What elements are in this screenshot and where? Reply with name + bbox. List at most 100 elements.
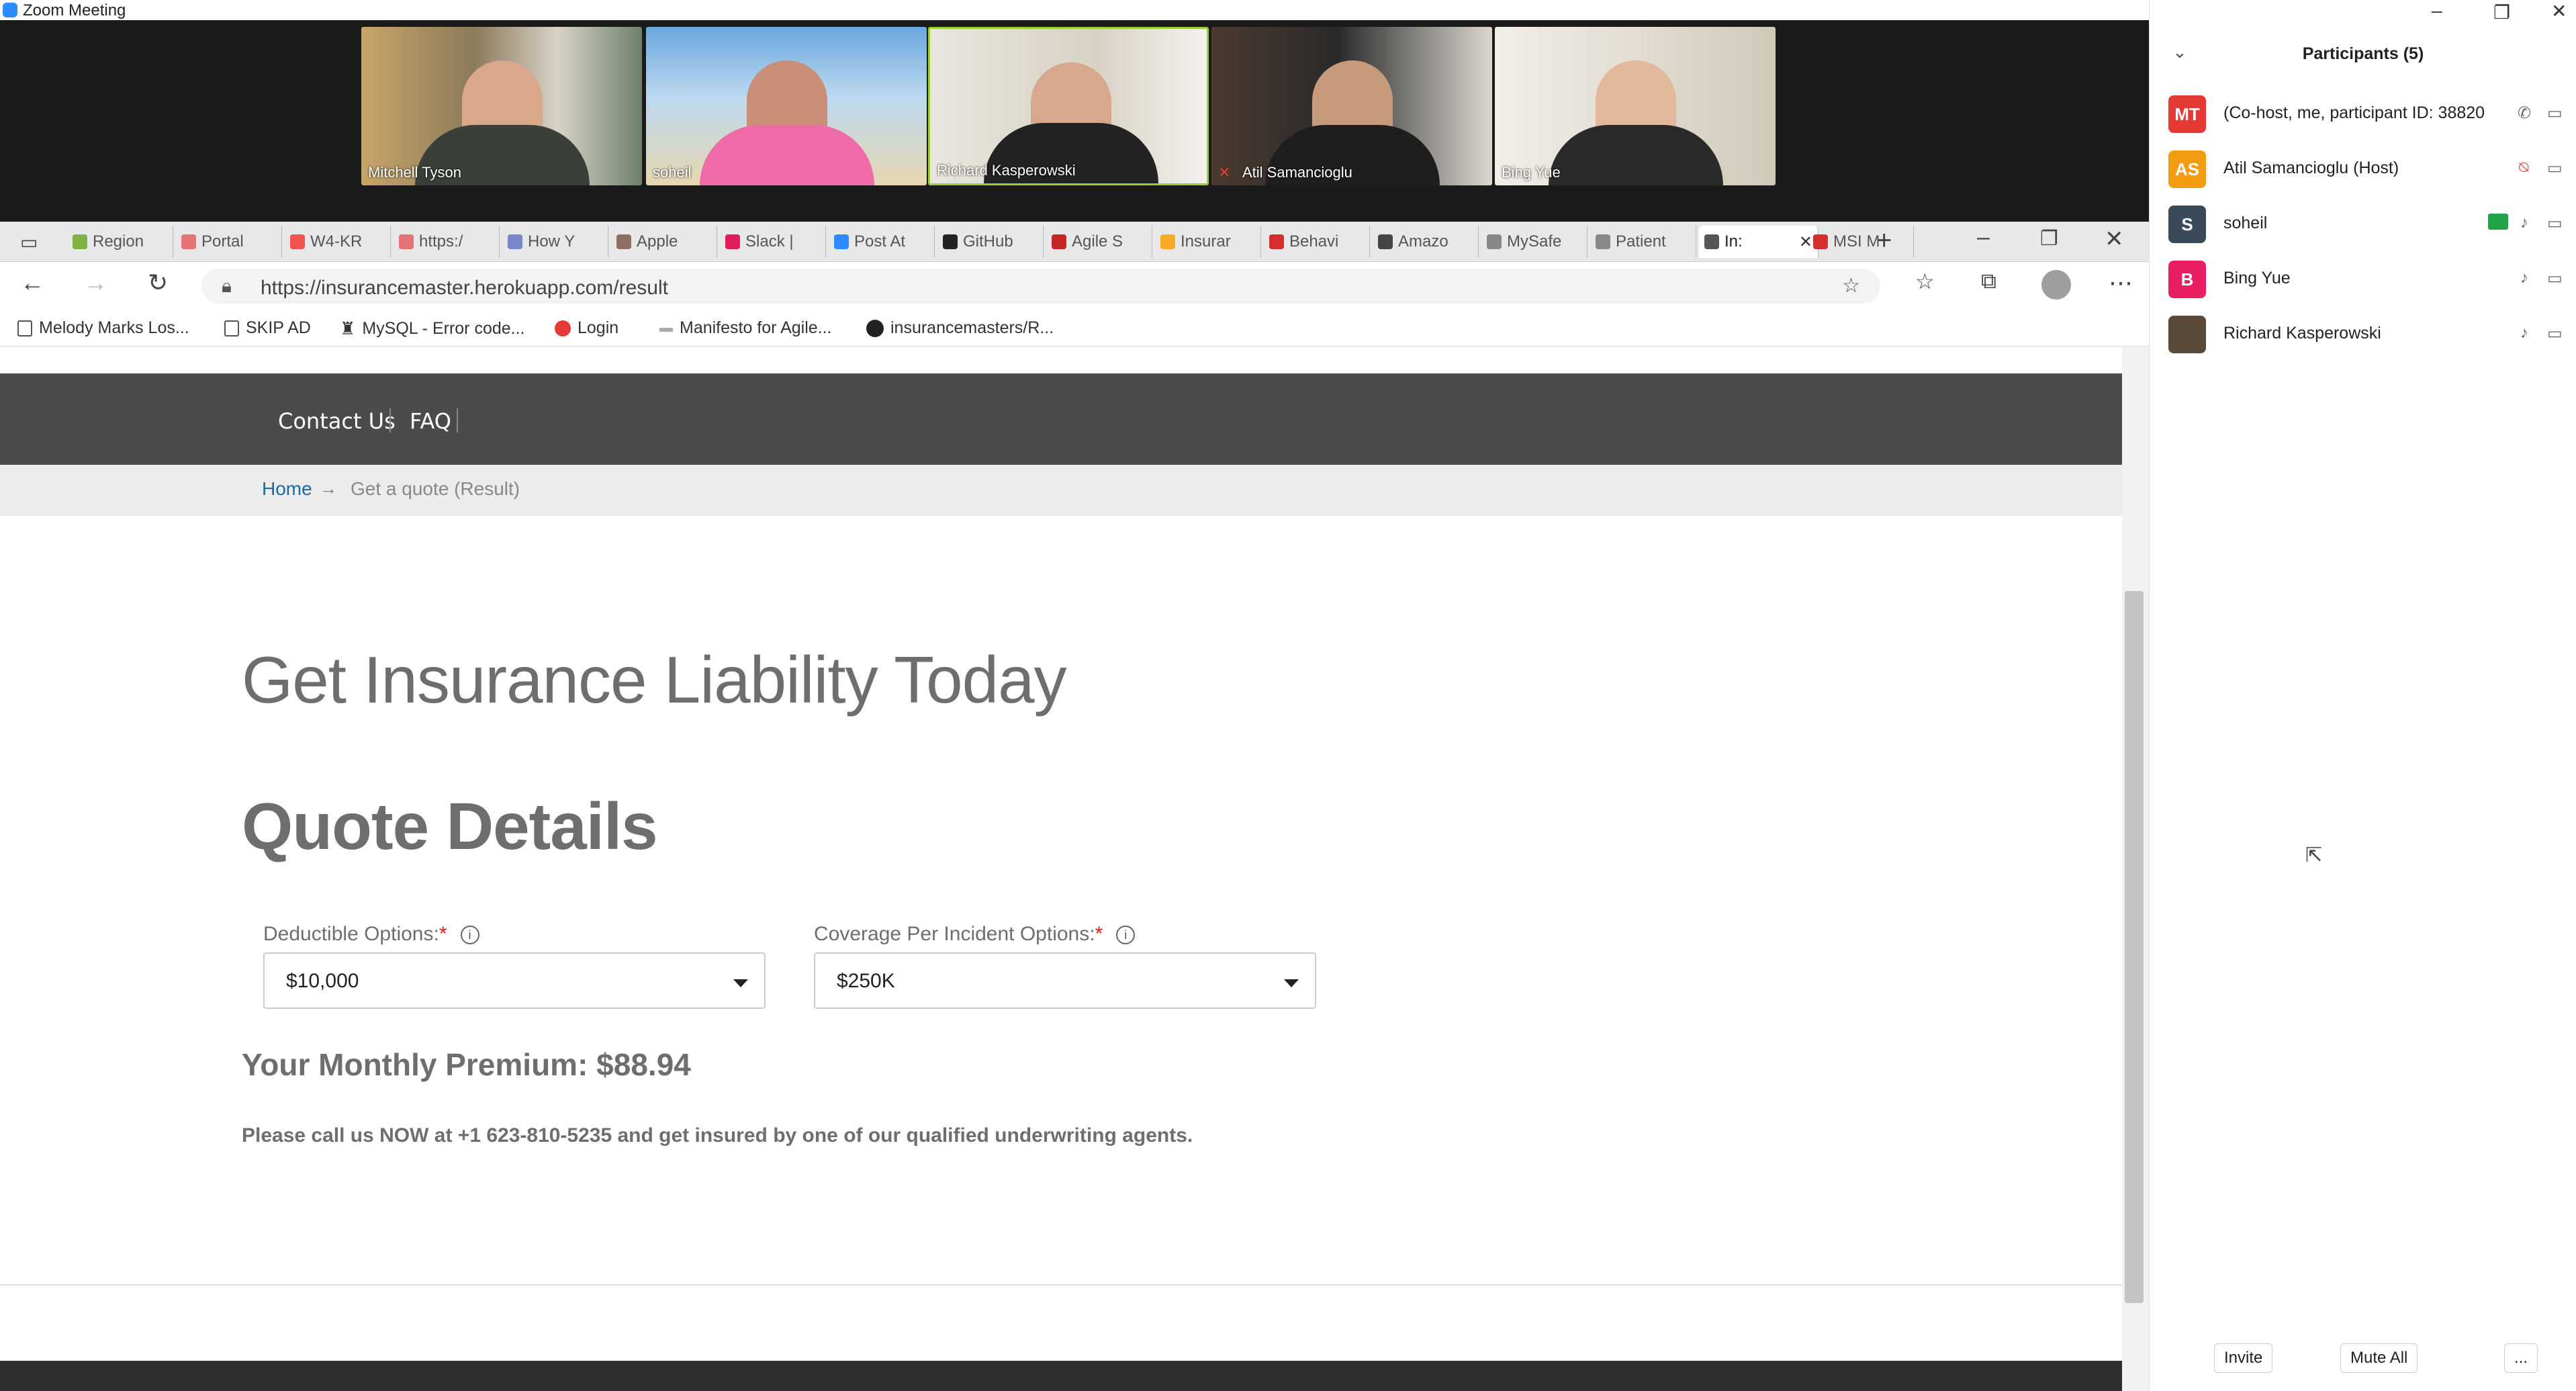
tab[interactable]: Behavi: [1264, 226, 1370, 258]
tab[interactable]: https:/: [394, 226, 500, 258]
tab-favicon-icon: [1269, 234, 1284, 249]
breadcrumb: Home → Get a quote (Result): [0, 465, 2122, 516]
breadcrumb-current: Get a quote (Result): [351, 478, 520, 499]
tab[interactable]: MSI M: [1808, 226, 1914, 258]
page-icon: [17, 320, 32, 336]
close-panel-icon[interactable]: ✕: [2551, 0, 2567, 22]
bookmark-item[interactable]: ♜ MySQL - Error code...: [340, 318, 525, 339]
address-bar-row: ← → ↻ 🔒︎ https://insurancemaster.herokua…: [0, 262, 2149, 309]
call-to-action-text: Please call us NOW at +1 623-810-5235 an…: [242, 1124, 1193, 1147]
login-site-icon: [555, 320, 571, 336]
deductible-select[interactable]: $10,000: [263, 952, 766, 1009]
nav-contact-us[interactable]: Contact Us: [278, 408, 396, 434]
new-tab-icon[interactable]: +: [1876, 226, 1892, 256]
web-page: Contact Us FAQ Home → Get a quote (Resul…: [0, 347, 2122, 1391]
tab-favicon-icon: [290, 234, 305, 249]
video-camera-icon: ▭: [2547, 159, 2563, 177]
url-field[interactable]: 🔒︎ https://insurancemaster.herokuapp.com…: [201, 269, 1880, 304]
breadcrumb-home[interactable]: Home: [262, 478, 312, 500]
phone-icon: ✆: [2518, 104, 2532, 122]
profile-avatar[interactable]: [2041, 270, 2071, 300]
video-name-label: Atil Samancioglu: [1242, 164, 1352, 181]
forward-icon[interactable]: →: [83, 269, 107, 297]
bookmark-label: Login: [578, 318, 619, 337]
mute-all-button[interactable]: Mute All: [2340, 1343, 2418, 1373]
coverage-select[interactable]: $250K: [814, 952, 1316, 1009]
tab[interactable]: Patient: [1590, 226, 1696, 258]
participant-row[interactable]: B Bing Yue ♪ ▭: [2150, 251, 2576, 306]
bookmark-item[interactable]: Login: [555, 318, 618, 338]
bookmark-item[interactable]: Melody Marks Los...: [17, 318, 189, 338]
video-tile-active-speaker[interactable]: Richard Kasperowski: [928, 27, 1209, 185]
tab[interactable]: How Y: [502, 226, 608, 258]
tab[interactable]: Post At: [829, 226, 935, 258]
bookmark-item[interactable]: ▬ Manifesto for Agile...: [659, 318, 832, 338]
restore-icon[interactable]: ❐: [2040, 227, 2058, 251]
close-window-icon[interactable]: ✕: [2105, 226, 2124, 253]
info-icon[interactable]: i: [1116, 926, 1136, 945]
tab-label: W4-KR: [310, 232, 363, 251]
footer: [0, 1361, 2122, 1391]
tab-actions-icon[interactable]: ▭: [20, 231, 38, 253]
tab-favicon-icon: [73, 234, 87, 249]
bookmark-item[interactable]: SKIP AD: [224, 318, 311, 338]
participant-row[interactable]: MT (Co-host, me, participant ID: 38820 ✆…: [2150, 86, 2576, 141]
tab[interactable]: W4-KR: [285, 226, 391, 258]
tab-label: How Y: [528, 232, 576, 251]
video-tile[interactable]: Bing Yue: [1495, 27, 1776, 185]
tab-favicon-icon: [1160, 234, 1175, 249]
video-camera-icon: ▭: [2547, 104, 2563, 122]
back-icon[interactable]: ←: [20, 269, 44, 297]
bookmark-item[interactable]: insurancemasters/R...: [866, 318, 1054, 338]
tab[interactable]: Portal: [176, 226, 282, 258]
tab-label: Patient: [1616, 232, 1666, 251]
minimize-icon[interactable]: –: [1977, 224, 1990, 251]
tab-label: In:: [1724, 232, 1743, 251]
favorites-icon[interactable]: ☆: [1915, 269, 1935, 294]
refresh-icon[interactable]: ↻: [148, 269, 168, 297]
add-favorite-icon[interactable]: ☆: [1842, 274, 1860, 298]
participant-name: (Co-host, me, participant ID: 38820: [2223, 103, 2485, 122]
participant-name: Atil Samancioglu (Host): [2223, 159, 2399, 177]
window-title: Zoom Meeting: [23, 1, 126, 19]
bookmark-label: SKIP AD: [246, 318, 311, 337]
mouse-cursor-icon: ⇱: [2305, 844, 2323, 866]
mysql-icon: ♜: [340, 318, 356, 339]
video-tile[interactable]: Atil Samancioglu ✕: [1211, 27, 1492, 185]
invite-button[interactable]: Invite: [2214, 1343, 2273, 1373]
tab[interactable]: Insurar: [1155, 226, 1261, 258]
tab[interactable]: MySafe: [1481, 226, 1588, 258]
video-gallery: Mitchell Tyson soheil Richard Kasperowsk…: [0, 20, 2149, 222]
tab-label: Slack |: [745, 232, 794, 251]
more-button[interactable]: ...: [2504, 1343, 2538, 1373]
tab-favicon-icon: [1813, 234, 1828, 249]
collections-icon[interactable]: ⧉: [1981, 269, 1996, 294]
nav-faq[interactable]: FAQ: [410, 408, 451, 434]
mic-icon: ♪: [2520, 214, 2528, 232]
video-tile[interactable]: Mitchell Tyson: [361, 27, 642, 185]
info-icon[interactable]: i: [460, 926, 479, 945]
tab[interactable]: Region: [67, 226, 173, 258]
bookmark-label: insurancemasters/R...: [890, 318, 1054, 337]
url-text[interactable]: https://insurancemaster.herokuapp.com/re…: [261, 277, 668, 300]
participant-row[interactable]: Richard Kasperowski ♪ ▭: [2150, 306, 2576, 361]
more-options-icon[interactable]: ⋯: [2109, 269, 2133, 297]
participant-row[interactable]: S soheil ♪ ▭: [2150, 196, 2576, 251]
video-camera-icon: ▭: [2547, 324, 2563, 343]
tab-label: Amazo: [1398, 232, 1448, 251]
tab[interactable]: GitHub: [937, 226, 1044, 258]
tab-label: Post At: [854, 232, 906, 251]
footer-divider: [0, 1284, 2122, 1286]
tab[interactable]: Slack |: [720, 226, 826, 258]
tab[interactable]: Amazo: [1373, 226, 1479, 258]
popout-icon[interactable]: ❐: [2493, 1, 2510, 24]
minimize-icon[interactable]: –: [2432, 0, 2442, 21]
tab-label: MySafe: [1507, 232, 1562, 251]
participant-row[interactable]: AS Atil Samancioglu (Host) ⍉ ▭: [2150, 141, 2576, 196]
tab-active[interactable]: In: ✕: [1699, 226, 1819, 258]
video-tile[interactable]: soheil: [646, 27, 927, 185]
scrollbar-thumb[interactable]: [2125, 591, 2144, 1303]
tab[interactable]: Agile S: [1046, 226, 1152, 258]
chevron-down-icon: [1284, 979, 1299, 987]
tab[interactable]: Apple: [611, 226, 717, 258]
